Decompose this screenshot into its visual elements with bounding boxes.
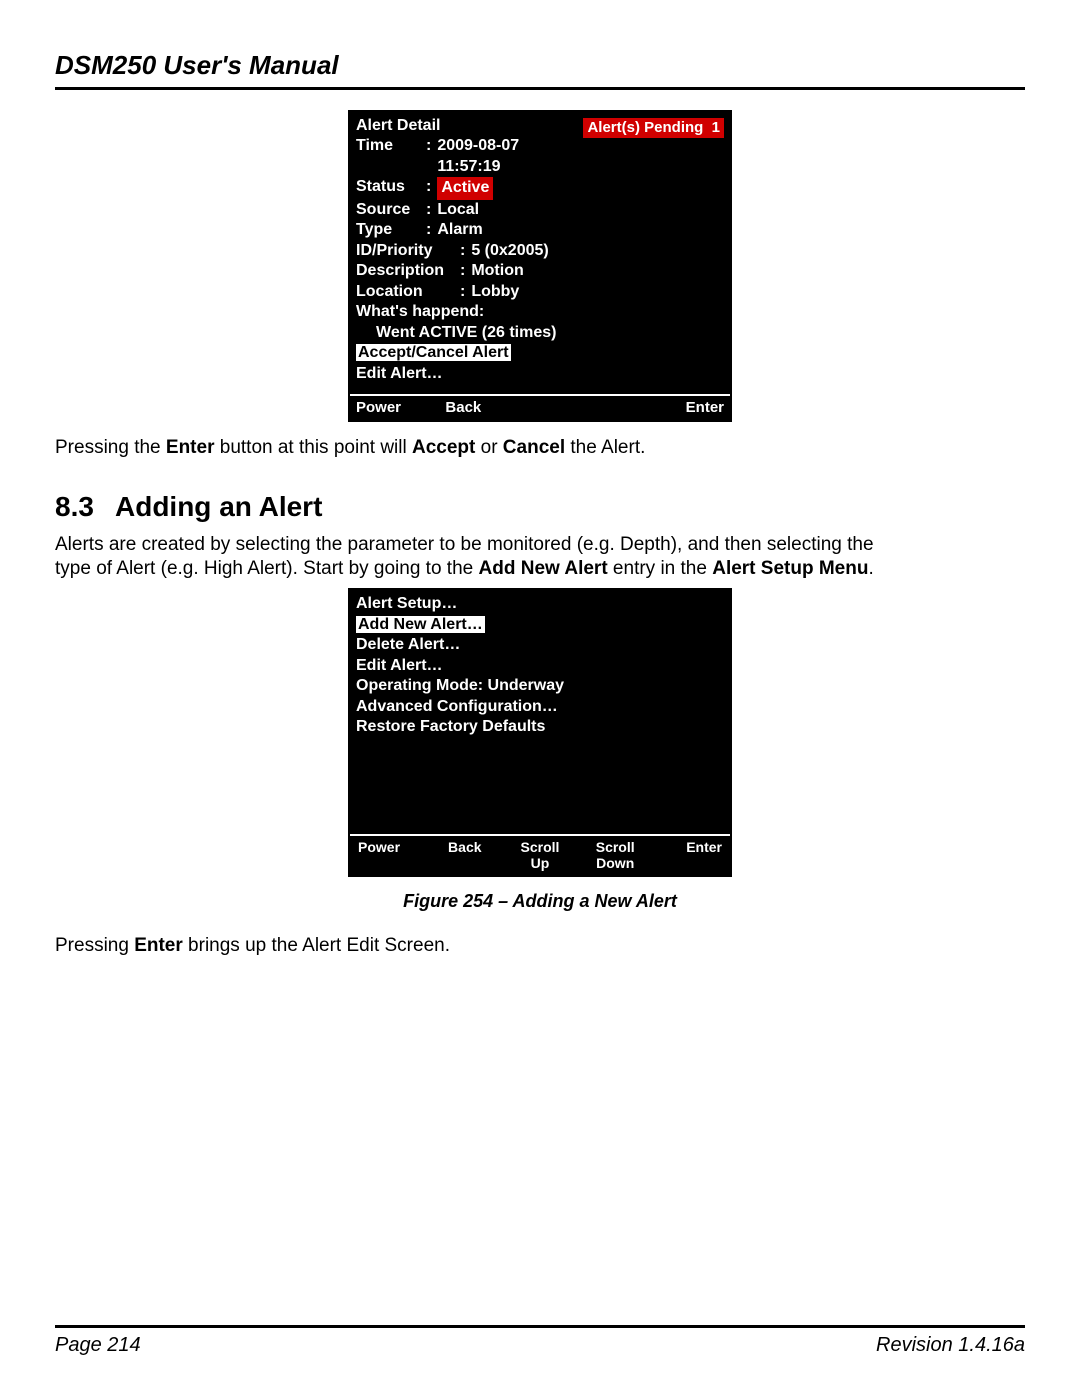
field-description: Description : Motion: [356, 261, 724, 281]
field-status: Status : Active: [356, 177, 724, 199]
menu-item[interactable]: Alert Setup…: [356, 594, 724, 614]
enter-button[interactable]: Enter: [686, 399, 724, 416]
menu-item[interactable]: Delete Alert…: [356, 635, 724, 655]
alerts-pending-badge: Alert(s) Pending 1: [583, 118, 724, 138]
paragraph-1: Pressing the Enter button at this point …: [55, 436, 1025, 461]
power-button[interactable]: Power: [356, 399, 401, 416]
menu-item[interactable]: Restore Factory Defaults: [356, 717, 724, 737]
menu-item[interactable]: Operating Mode: Underway: [356, 676, 724, 696]
back-button[interactable]: Back: [445, 399, 481, 416]
page-number: Page 214: [55, 1334, 141, 1357]
alert-setup-screen: Alert Setup…Add New Alert…Delete Alert…E…: [348, 588, 732, 877]
menu-item[interactable]: Advanced Configuration…: [356, 697, 724, 717]
accept-cancel-alert-item[interactable]: Accept/Cancel Alert: [356, 344, 511, 361]
page-footer: Page 214 Revision 1.4.16a: [55, 1325, 1025, 1357]
field-location: Location : Lobby: [356, 282, 724, 302]
paragraph-2: Alerts are created by selecting the para…: [55, 533, 1025, 582]
status-active-badge: Active: [437, 177, 493, 199]
field-id-priority: ID/Priority : 5 (0x2005): [356, 241, 724, 261]
field-what-happened-label: What's happend:: [356, 302, 724, 322]
field-type: Type : Alarm: [356, 220, 724, 240]
page-header: DSM250 User's Manual: [55, 50, 1025, 90]
button-bar: Power Back Scroll Up Scroll Down Enter: [350, 834, 730, 875]
field-what-happened-value: Went ACTIVE (26 times): [356, 323, 724, 343]
button-bar: Power Back Enter: [350, 394, 730, 420]
menu-item[interactable]: Add New Alert…: [356, 615, 724, 635]
scroll-down-button[interactable]: Scroll Down: [578, 839, 653, 871]
paragraph-3: Pressing Enter brings up the Alert Edit …: [55, 934, 1025, 959]
figure-caption: Figure 254 – Adding a New Alert: [55, 891, 1025, 912]
scroll-up-button[interactable]: Scroll Up: [502, 839, 577, 871]
enter-button[interactable]: Enter: [653, 839, 728, 871]
section-heading: 8.3Adding an Alert: [55, 491, 1025, 523]
revision: Revision 1.4.16a: [876, 1334, 1025, 1357]
back-button[interactable]: Back: [427, 839, 502, 871]
alert-detail-screen: Alert(s) Pending 1 Alert Detail Time : 2…: [348, 110, 732, 422]
field-source: Source : Local: [356, 200, 724, 220]
menu-item[interactable]: Edit Alert…: [356, 656, 724, 676]
edit-alert-item[interactable]: Edit Alert…: [356, 364, 724, 384]
field-time: Time : 2009-08-07 11:57:19: [356, 136, 583, 177]
power-button[interactable]: Power: [352, 839, 427, 871]
